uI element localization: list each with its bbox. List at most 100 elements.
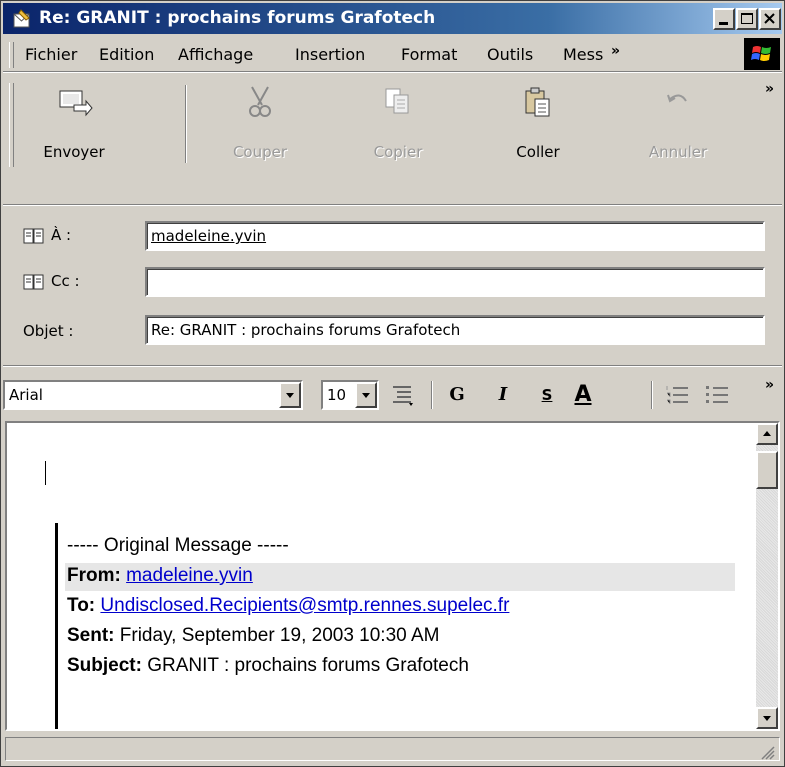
undo-label: Annuler xyxy=(648,143,708,161)
windows-logo xyxy=(744,38,780,70)
paragraph-style-icon xyxy=(393,386,413,406)
menubar-grip[interactable] xyxy=(9,42,14,68)
menu-edition[interactable]: Edition xyxy=(99,45,154,65)
to-label: À : xyxy=(51,226,72,244)
bullet-list-icon xyxy=(706,386,728,403)
format-toolbar: Arial 10 G I S A » xyxy=(3,371,782,419)
scroll-thumb[interactable] xyxy=(756,451,778,489)
subject-label: Objet : xyxy=(23,322,74,340)
send-icon xyxy=(59,90,93,117)
bullet-list-button[interactable] xyxy=(703,381,731,409)
menu-outils[interactable]: Outils xyxy=(487,45,533,65)
underline-button[interactable]: S xyxy=(533,381,561,409)
sent-line: Sent: Friday, September 19, 2003 10:30 A… xyxy=(67,625,439,647)
sent-label: Sent: xyxy=(67,625,115,646)
scroll-down-button[interactable] xyxy=(756,707,778,729)
copy-icon xyxy=(385,88,409,114)
format-separator xyxy=(431,381,433,409)
scissors-icon xyxy=(249,86,271,117)
paragraph-style-button[interactable] xyxy=(389,381,417,409)
send-button[interactable]: Envoyer xyxy=(19,81,129,169)
sent-value: Friday, September 19, 2003 10:30 AM xyxy=(119,625,440,646)
quote-bar xyxy=(55,523,58,729)
subject-field[interactable]: Re: GRANIT : prochains forums Grafotech xyxy=(145,315,765,345)
numbered-list-icon xyxy=(666,386,688,404)
compose-window: Re: GRANIT : prochains forums Grafotech … xyxy=(0,0,785,767)
from-line: From: madeleine.yvin xyxy=(67,565,253,587)
message-body[interactable]: ----- Original Message ----- From: madel… xyxy=(5,421,780,731)
copy-label: Copier xyxy=(373,143,423,161)
font-dropdown-button[interactable] xyxy=(279,382,301,408)
copy-button[interactable]: Copier xyxy=(343,81,453,169)
menu-insertion[interactable]: Insertion xyxy=(295,45,365,65)
to-label-group[interactable]: À : xyxy=(23,226,71,245)
resize-grip-icon[interactable] xyxy=(758,743,776,761)
paste-label: Coller xyxy=(516,143,560,161)
subject-value-quoted: GRANIT : prochains forums Grafotech xyxy=(147,655,469,676)
address-book-icon xyxy=(23,274,44,289)
to-field[interactable]: madeleine.yvin xyxy=(145,221,765,251)
paste-button[interactable]: Coller xyxy=(483,81,593,169)
font-select[interactable]: Arial xyxy=(3,380,303,410)
bold-button[interactable]: G xyxy=(443,381,471,409)
italic-button[interactable]: I xyxy=(489,381,517,409)
address-book-icon xyxy=(23,228,44,243)
menubar-separator xyxy=(3,71,782,73)
cut-label: Couper xyxy=(232,143,288,161)
maximize-icon xyxy=(741,13,753,24)
window-title: Re: GRANIT : prochains forums Grafotech xyxy=(39,8,436,28)
arrow-up-icon xyxy=(763,431,771,436)
menu-format[interactable]: Format xyxy=(401,45,457,65)
close-button[interactable] xyxy=(759,8,781,30)
paste-icon xyxy=(525,87,550,117)
font-size-dropdown-button[interactable] xyxy=(355,382,377,408)
minimize-button[interactable] xyxy=(713,8,735,30)
menu-message[interactable]: Mess xyxy=(563,45,603,65)
to-link[interactable]: Undisclosed.Recipients@smtp.rennes.supel… xyxy=(100,595,509,616)
numbered-list-button[interactable] xyxy=(663,381,691,409)
cut-button[interactable]: Couper xyxy=(205,81,315,169)
subject-label-quoted: Subject: xyxy=(67,655,142,676)
menu-fichier[interactable]: Fichier xyxy=(25,45,77,65)
to-line: To: Undisclosed.Recipients@smtp.rennes.s… xyxy=(67,595,509,617)
font-name: Arial xyxy=(9,386,43,404)
undo-button[interactable]: Annuler xyxy=(623,81,733,169)
maximize-button[interactable] xyxy=(736,8,758,30)
cc-label-group[interactable]: Cc : xyxy=(23,272,80,291)
to-recipient[interactable]: madeleine.yvin xyxy=(151,227,266,245)
font-size-select[interactable]: 10 xyxy=(321,380,379,410)
status-pane xyxy=(5,737,780,761)
toolbar-grip[interactable] xyxy=(9,83,14,167)
menu-bar: Fichier Edition Affichage Insertion Form… xyxy=(3,37,782,71)
cc-field[interactable] xyxy=(145,267,765,297)
send-label: Envoyer xyxy=(43,143,105,161)
chevron-down-icon xyxy=(286,393,294,398)
undo-icon xyxy=(667,94,687,103)
toolbar-more-chevron[interactable]: » xyxy=(765,81,774,97)
status-bar xyxy=(5,735,780,763)
arrow-down-icon xyxy=(763,716,771,721)
compose-message-icon xyxy=(13,9,30,28)
vertical-scrollbar[interactable] xyxy=(756,423,778,729)
font-size: 10 xyxy=(327,386,347,404)
format-more-chevron[interactable]: » xyxy=(765,377,774,393)
from-link[interactable]: madeleine.yvin xyxy=(126,565,253,586)
windows-flag-icon xyxy=(751,46,771,61)
scroll-up-button[interactable] xyxy=(756,423,778,445)
font-color-button[interactable]: A xyxy=(569,381,597,409)
title-bar[interactable]: Re: GRANIT : prochains forums Grafotech xyxy=(3,3,782,34)
toolbar: Envoyer Couper Copier Coller Annuler » xyxy=(3,75,782,175)
format-separator-2 xyxy=(651,381,653,409)
menu-more-chevron[interactable]: » xyxy=(611,43,620,59)
subject-line: Subject: GRANIT : prochains forums Grafo… xyxy=(67,655,469,677)
subject-value: Re: GRANIT : prochains forums Grafotech xyxy=(151,321,461,339)
to-label-quoted: To: xyxy=(67,595,96,616)
text-cursor xyxy=(45,461,46,485)
toolbar-separator-bottom xyxy=(3,204,782,206)
toolbar-separator xyxy=(185,85,187,163)
menu-affichage[interactable]: Affichage xyxy=(178,45,253,65)
minimize-icon xyxy=(719,22,728,25)
from-label: From: xyxy=(67,565,121,586)
close-icon xyxy=(764,13,775,24)
header-separator xyxy=(3,365,782,367)
